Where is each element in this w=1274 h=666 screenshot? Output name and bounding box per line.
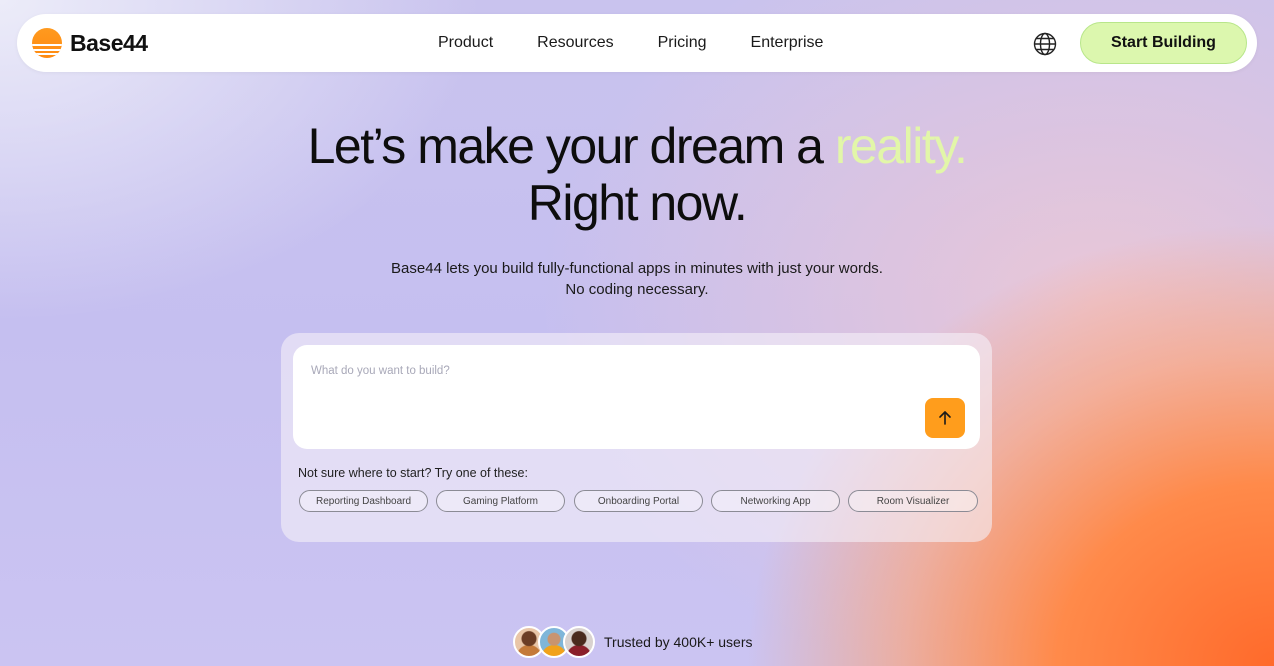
- chip-onboarding-portal[interactable]: Onboarding Portal: [574, 490, 703, 512]
- nav-resources[interactable]: Resources: [537, 34, 613, 52]
- nav-pricing[interactable]: Pricing: [658, 34, 707, 52]
- prompt-card: Not sure where to start? Try one of thes…: [281, 333, 992, 542]
- headline-line1: Let’s make your dream a: [307, 118, 835, 174]
- brand-logo[interactable]: Base44: [32, 28, 148, 58]
- trust-text: Trusted by 400K+ users: [604, 634, 753, 650]
- top-navbar: Base44 Product Resources Pricing Enterpr…: [17, 14, 1257, 72]
- arrow-up-icon: [939, 411, 951, 425]
- avatar-3: [563, 626, 595, 658]
- globe-language-icon[interactable]: [1033, 32, 1057, 56]
- nav-enterprise[interactable]: Enterprise: [751, 34, 824, 52]
- chip-networking-app[interactable]: Networking App: [711, 490, 840, 512]
- hero-headline: Let’s make your dream a reality. Right n…: [0, 118, 1274, 232]
- prompt-input[interactable]: [311, 361, 911, 381]
- chip-reporting-dashboard[interactable]: Reporting Dashboard: [299, 490, 428, 512]
- headline-line2: Right now.: [527, 175, 748, 231]
- brand-name: Base44: [70, 29, 148, 56]
- headline-accent-word: reality.: [834, 118, 968, 174]
- trust-badge: Trusted by 400K+ users: [513, 626, 753, 658]
- start-building-button[interactable]: Start Building: [1080, 22, 1247, 64]
- suggestions-label: Not sure where to start? Try one of thes…: [298, 466, 528, 480]
- sun-logo-icon: [32, 28, 62, 58]
- hero-subtitle: Base44 lets you build fully-functional a…: [0, 258, 1274, 300]
- suggestion-chips: Reporting Dashboard Gaming Platform Onbo…: [299, 490, 979, 512]
- user-avatars: [513, 626, 597, 658]
- chip-room-visualizer[interactable]: Room Visualizer: [848, 490, 978, 512]
- send-button[interactable]: [925, 398, 965, 438]
- main-nav: Product Resources Pricing Enterprise: [438, 14, 867, 72]
- nav-product[interactable]: Product: [438, 34, 493, 52]
- chip-gaming-platform[interactable]: Gaming Platform: [436, 490, 565, 512]
- prompt-box: [293, 345, 980, 449]
- subtitle-line2: No coding necessary.: [565, 281, 709, 298]
- subtitle-line1: Base44 lets you build fully-functional a…: [391, 260, 883, 277]
